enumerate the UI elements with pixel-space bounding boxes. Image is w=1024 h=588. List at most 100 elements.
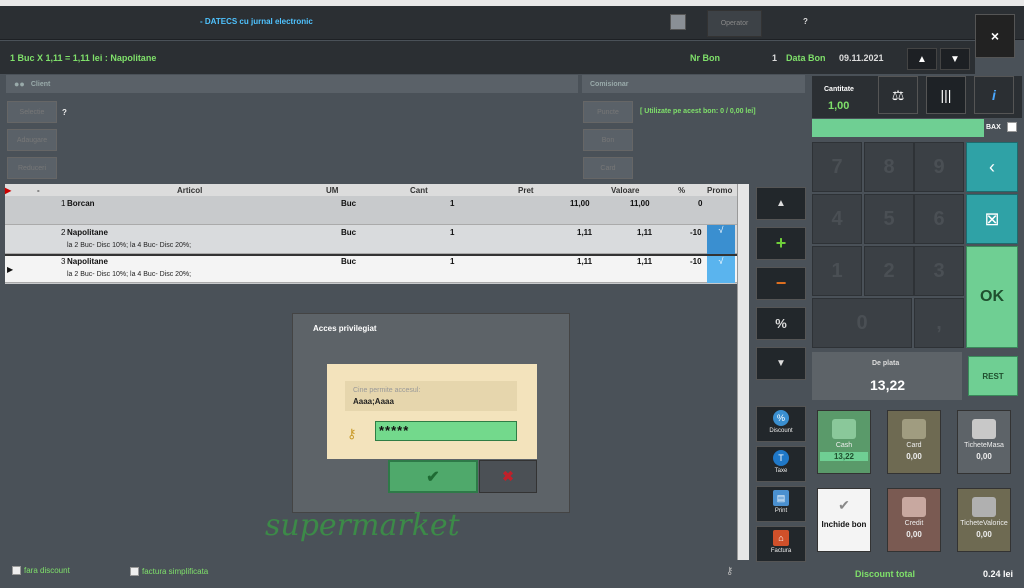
pay-cash-value: 13,22 bbox=[820, 452, 868, 461]
taxe-button[interactable]: T Taxe bbox=[756, 446, 806, 482]
col-articol[interactable]: Articol bbox=[177, 186, 202, 195]
checkbox-box[interactable] bbox=[12, 566, 21, 575]
discount-total-label: Discount total bbox=[855, 569, 915, 579]
client-add-button[interactable]: Adaugare bbox=[7, 129, 57, 151]
pay-card-label: Card bbox=[906, 442, 922, 449]
scroll-up-button[interactable]: ▲ bbox=[756, 187, 806, 220]
factura-simplificata-checkbox[interactable]: factura simplificata bbox=[130, 567, 208, 576]
pay-credit-button[interactable]: Credit 0,00 bbox=[887, 488, 941, 552]
table-row[interactable]: 1 Borcan Buc 1 11,00 11,00 0 bbox=[5, 196, 737, 225]
cash-icon bbox=[832, 419, 856, 439]
ok-button[interactable]: OK bbox=[966, 246, 1018, 348]
pay-tichete-masa-value: 0,00 bbox=[976, 452, 992, 461]
access-info-box: Cine permite accesul: Aaaa;Aaaa bbox=[345, 381, 517, 411]
col-cant[interactable]: Cant bbox=[410, 186, 428, 195]
client-name: ? bbox=[62, 108, 67, 117]
cell-um: Buc bbox=[341, 257, 357, 266]
cell-promo-desc: la 2 Buc- Disc 10%; la 4 Buc- Disc 20%; bbox=[67, 271, 192, 278]
numpad-2[interactable]: 2 bbox=[864, 246, 914, 296]
numpad-8[interactable]: 8 bbox=[864, 142, 914, 192]
access-info-label: Cine permite accesul: bbox=[353, 387, 421, 394]
barcode-input[interactable] bbox=[812, 119, 984, 137]
col-um[interactable]: UM bbox=[326, 186, 338, 195]
dialog-ok-button[interactable]: ✔ bbox=[388, 460, 478, 493]
meal-voucher-icon bbox=[972, 419, 996, 439]
numpad-4[interactable]: 4 bbox=[812, 194, 862, 244]
factura-simplificata-label: factura simplificata bbox=[142, 567, 209, 576]
password-input[interactable]: ***** bbox=[375, 421, 517, 441]
col-valoare[interactable]: Valoare bbox=[611, 186, 639, 195]
client-header: ●● Client bbox=[5, 74, 579, 94]
rest-button[interactable]: REST bbox=[968, 356, 1018, 396]
cell-pct: -10 bbox=[690, 228, 702, 237]
numpad-7[interactable]: 7 bbox=[812, 142, 862, 192]
pay-cash-label: Cash bbox=[835, 442, 853, 449]
col-pret[interactable]: Pret bbox=[518, 186, 534, 195]
promo-check-icon[interactable]: √ bbox=[707, 256, 735, 283]
comisionar-card-button[interactable]: Card bbox=[583, 157, 633, 179]
pay-tichete-masa-button[interactable]: TicheteMasa 0,00 bbox=[957, 410, 1011, 474]
scale-icon[interactable]: ⚖ bbox=[878, 76, 918, 114]
numpad-6[interactable]: 6 bbox=[914, 194, 964, 244]
percent-discount-button[interactable]: % bbox=[756, 307, 806, 340]
pay-cash-button[interactable]: Cash 13,22 bbox=[817, 410, 871, 474]
print-label: Print bbox=[774, 508, 788, 514]
print-button[interactable]: ▤ Print bbox=[756, 486, 806, 522]
numpad-1[interactable]: 1 bbox=[812, 246, 862, 296]
discount-total-value: 0.24 lei bbox=[983, 569, 1014, 579]
numpad-comma[interactable]: , bbox=[914, 298, 964, 348]
receipt-grid: ▶ - Articol UM Cant Pret Valoare % Promo… bbox=[5, 184, 737, 284]
clear-icon[interactable]: ⊠ bbox=[966, 194, 1018, 244]
numpad-9[interactable]: 9 bbox=[914, 142, 964, 192]
comisionar-points-button[interactable]: Puncte bbox=[583, 101, 633, 123]
pay-credit-label: Credit bbox=[904, 520, 924, 527]
comisionar-bon-button[interactable]: Bon bbox=[583, 129, 633, 151]
promo-check-icon[interactable]: √ bbox=[707, 225, 735, 254]
col-promo[interactable]: Promo bbox=[707, 186, 732, 195]
comisionar-usage-info: [ Utilizate pe acest bon: 0 / 0,00 lei] bbox=[640, 108, 756, 115]
help-icon[interactable]: ? bbox=[803, 17, 808, 26]
increase-qty-button[interactable]: + bbox=[756, 227, 806, 260]
col-idx: - bbox=[37, 186, 40, 195]
cell-pret: 11,00 bbox=[570, 199, 590, 208]
close-button[interactable]: × bbox=[975, 14, 1015, 58]
numpad-5[interactable]: 5 bbox=[864, 194, 914, 244]
dialog-cancel-button[interactable]: ✖ bbox=[479, 460, 537, 493]
operator-button[interactable]: Operator bbox=[707, 10, 762, 37]
pay-tichete-valorice-button[interactable]: TicheteValorice 0,00 bbox=[957, 488, 1011, 552]
close-receipt-button[interactable]: ✔ Inchide bon bbox=[817, 488, 871, 552]
decrease-qty-button[interactable]: − bbox=[756, 267, 806, 300]
cell-cant: 1 bbox=[450, 199, 455, 208]
pay-tichete-valorice-label: TicheteValorice bbox=[960, 520, 1008, 527]
taxe-label: Taxe bbox=[774, 468, 788, 474]
client-select-button[interactable]: Selectie bbox=[7, 101, 57, 123]
invoice-icon: ⌂ bbox=[773, 530, 789, 546]
checkbox-box[interactable] bbox=[130, 567, 139, 576]
numpad-3[interactable]: 3 bbox=[914, 246, 964, 296]
client-discount-button[interactable]: Reduceri bbox=[7, 157, 57, 179]
cell-pct: -10 bbox=[690, 257, 702, 266]
pay-card-button[interactable]: Card 0,00 bbox=[887, 410, 941, 474]
scroll-down-button[interactable]: ▼ bbox=[756, 347, 806, 380]
grid-scrollbar[interactable] bbox=[737, 184, 749, 560]
backspace-icon[interactable]: ‹ bbox=[966, 142, 1018, 192]
cell-pret: 1,11 bbox=[577, 228, 593, 237]
note-icon[interactable] bbox=[670, 14, 686, 30]
bax-checkbox[interactable] bbox=[1007, 122, 1017, 132]
bon-down-button[interactable]: ▼ bbox=[940, 48, 970, 70]
info-icon[interactable]: i bbox=[974, 76, 1014, 114]
barcode-icon[interactable]: ||| bbox=[926, 76, 966, 114]
cell-idx: 1 bbox=[61, 199, 66, 208]
cantitate-value: 1,00 bbox=[828, 100, 850, 112]
bon-up-button[interactable]: ▲ bbox=[907, 48, 937, 70]
factura-button[interactable]: ⌂ Factura bbox=[756, 526, 806, 562]
privileged-access-dialog: Acces privilegiat Cine permite accesul: … bbox=[292, 313, 570, 513]
fara-discount-checkbox[interactable]: fara discount bbox=[12, 566, 70, 575]
numpad-0[interactable]: 0 bbox=[812, 298, 912, 348]
table-row[interactable]: 2 Napolitane la 2 Buc- Disc 10%; la 4 Bu… bbox=[5, 225, 737, 254]
col-pct[interactable]: % bbox=[678, 186, 685, 195]
table-row-selected[interactable]: ▶ 3 Napolitane la 2 Buc- Disc 10%; la 4 … bbox=[5, 254, 737, 283]
last-item-summary: 1 Buc X 1,11 = 1,11 lei : Napolitane bbox=[10, 53, 157, 63]
discount-button[interactable]: % Discount bbox=[756, 406, 806, 442]
nr-bon-value: 1 bbox=[772, 53, 778, 63]
